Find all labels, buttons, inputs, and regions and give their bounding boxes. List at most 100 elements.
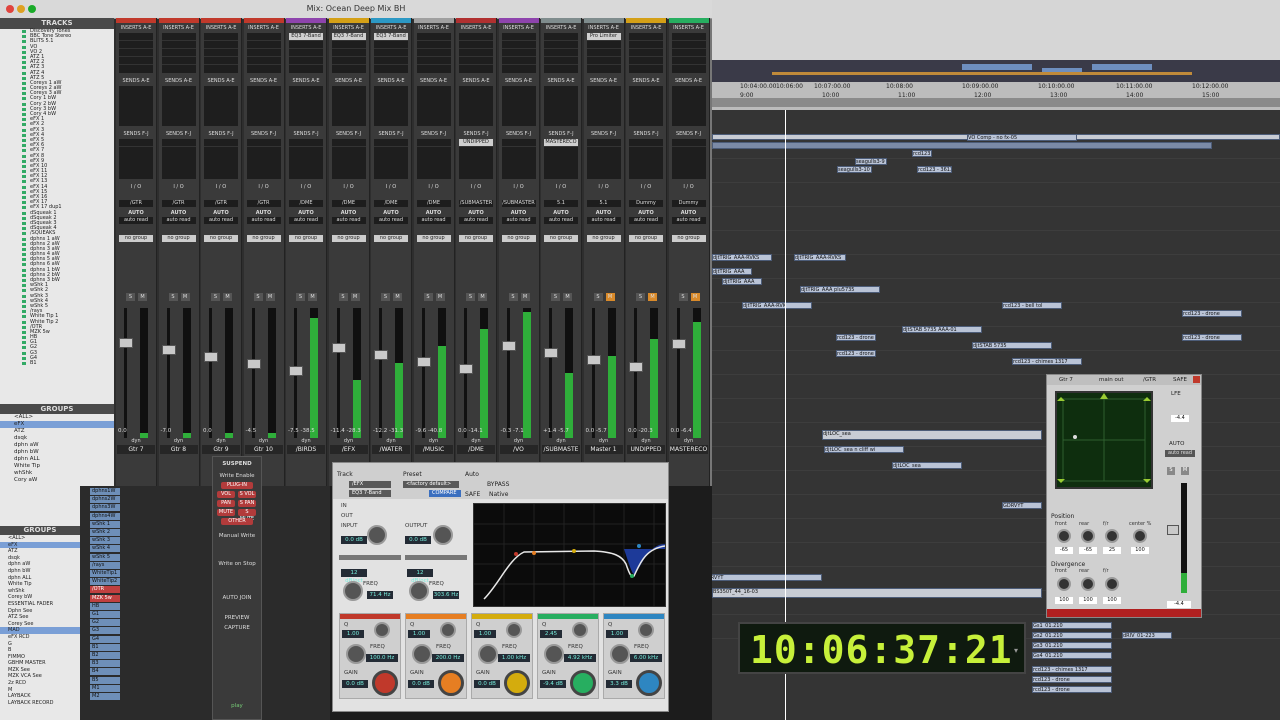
div-rear-value[interactable]: 100 (1079, 597, 1097, 604)
group-selector[interactable]: no group (204, 235, 238, 242)
edit-track-name[interactable]: dphns2W (90, 496, 120, 504)
insert-slots[interactable]: EQ3 7-Band (374, 33, 408, 73)
insert-slot[interactable] (246, 41, 281, 49)
gain-knob[interactable] (504, 670, 530, 696)
output-selector[interactable]: /DME (289, 200, 323, 207)
freq-knob[interactable] (544, 644, 564, 664)
clip[interactable]: djtLOC_sea (892, 462, 962, 469)
send-slot[interactable] (629, 139, 663, 147)
solo-button[interactable]: S (126, 293, 135, 301)
output-selector[interactable]: /SUBMASTER (459, 200, 493, 207)
session-overview[interactable] (712, 60, 1280, 82)
center-value[interactable]: 100 (1131, 547, 1149, 554)
insert-slots[interactable]: EQ3 7-Band (331, 33, 366, 73)
edit-group-item[interactable]: LAYBACK RECORD (0, 700, 80, 707)
volume-fader[interactable] (374, 350, 388, 360)
send-slots[interactable] (501, 139, 536, 179)
insert-slot[interactable] (629, 57, 663, 65)
send-slot[interactable]: MASTERECO (544, 139, 578, 147)
track-name[interactable]: /VO (499, 445, 538, 454)
automation-mode-selector[interactable]: auto read (331, 217, 366, 224)
hpf-freq-knob[interactable] (343, 581, 363, 601)
group-selector[interactable]: no group (246, 235, 281, 242)
insert-slots[interactable] (629, 33, 663, 73)
q-value[interactable]: 1.00 (474, 630, 496, 638)
edit-group-item[interactable]: FIMMO (0, 654, 80, 661)
send-slots[interactable] (671, 86, 706, 126)
clip[interactable]: rcd123 - 3613 (917, 166, 952, 173)
send-slot[interactable] (119, 139, 153, 147)
freq-value[interactable]: 4.92 kHz (564, 654, 596, 662)
send-slots[interactable] (416, 86, 451, 126)
insert-slot[interactable] (204, 41, 238, 49)
q-value[interactable]: 1.00 (606, 630, 628, 638)
output-selector[interactable]: Dummy (629, 200, 663, 207)
clip[interactable]: rcd123 - drone (1032, 676, 1112, 683)
send-slots[interactable] (629, 139, 663, 179)
edit-track-name[interactable]: M2 (90, 693, 120, 700)
group-list-item[interactable]: dphn bW (0, 449, 114, 456)
send-slots[interactable]: MASTERECO (544, 139, 578, 179)
insert-slots[interactable]: Pro Limiter (586, 33, 621, 73)
marker-ruler[interactable] (712, 98, 1280, 107)
insert-slot[interactable] (246, 57, 281, 65)
insert-slot[interactable] (501, 33, 536, 41)
group-selector[interactable]: no group (416, 235, 451, 242)
lpf-freq-knob[interactable] (409, 581, 429, 601)
output-selector[interactable]: 5.1 (586, 200, 621, 207)
q-value[interactable]: 1.00 (342, 630, 364, 638)
mute-button[interactable]: M (1181, 467, 1189, 475)
preview-button[interactable]: PREVIEW (213, 615, 261, 621)
insert-slots[interactable] (544, 33, 578, 73)
solo-button[interactable]: S (1167, 467, 1175, 475)
output-value[interactable]: 0.0 dB (405, 536, 431, 544)
send-slots[interactable] (161, 139, 196, 179)
clip[interactable]: rcd123 - drone (1032, 686, 1112, 693)
edit-group-item[interactable]: ATZ See (0, 614, 80, 621)
freq-value[interactable]: 6.00 kHz (630, 654, 662, 662)
output-selector[interactable]: Dummy (671, 200, 706, 207)
edit-track-name[interactable]: G4 (90, 635, 120, 643)
solo-button[interactable]: S (593, 293, 603, 301)
volume-fader[interactable] (671, 339, 686, 349)
volume-fader[interactable] (459, 364, 473, 374)
send-slot[interactable] (161, 139, 196, 147)
mute-button[interactable]: M (605, 293, 615, 301)
automation-mode-selector[interactable]: auto read (671, 217, 706, 224)
group-selector[interactable]: no group (289, 235, 323, 242)
gain-knob[interactable] (438, 670, 464, 696)
freq-knob[interactable] (610, 644, 630, 664)
edit-track-name[interactable]: wShk 2 (90, 529, 120, 536)
volume-fader[interactable] (544, 348, 558, 358)
volume-value[interactable]: 0.0 -20.3 (628, 428, 664, 436)
edit-track-name[interactable]: wShk 5 (90, 553, 120, 561)
suspend-button[interactable]: SUSPEND (213, 461, 261, 467)
mute-button[interactable]: M (648, 293, 657, 301)
insert-slot[interactable] (119, 41, 153, 49)
clip[interactable]: djtTRIG_AAA plu5735 (800, 286, 880, 293)
insert-slot[interactable] (416, 41, 451, 49)
freq-knob[interactable] (412, 644, 432, 664)
solo-button[interactable]: S (508, 293, 518, 301)
clip[interactable]: rcd123 - bell tol (1002, 302, 1062, 309)
minimize-button[interactable] (17, 5, 25, 13)
front-value[interactable]: -65 (1055, 547, 1073, 554)
panner-output-path[interactable]: /GTR (1143, 377, 1156, 383)
q-knob[interactable] (572, 622, 588, 638)
pan-write-button[interactable]: PAN (217, 500, 235, 507)
clip[interactable]: djtLOC_sea n cliff wi (824, 446, 904, 453)
lpf-slope-value[interactable]: 12 dB/oct (407, 569, 433, 584)
insert-slot[interactable] (119, 49, 153, 57)
insert-slot[interactable] (416, 57, 451, 65)
volume-value[interactable]: 0.0 (203, 428, 239, 436)
insert-slot[interactable] (544, 57, 578, 65)
edit-track-name[interactable]: dphns4W (90, 512, 120, 520)
send-slot[interactable] (374, 139, 408, 147)
solo-button[interactable]: S (636, 293, 645, 301)
group-list-item[interactable]: ATZ (0, 428, 114, 435)
clip[interactable]: GDRVYT (1002, 502, 1042, 509)
bypass-button[interactable]: BYPASS (487, 481, 509, 488)
track-name[interactable]: /WATER (372, 445, 410, 454)
insert-slot[interactable] (629, 33, 663, 41)
insert-slots[interactable] (246, 33, 281, 73)
